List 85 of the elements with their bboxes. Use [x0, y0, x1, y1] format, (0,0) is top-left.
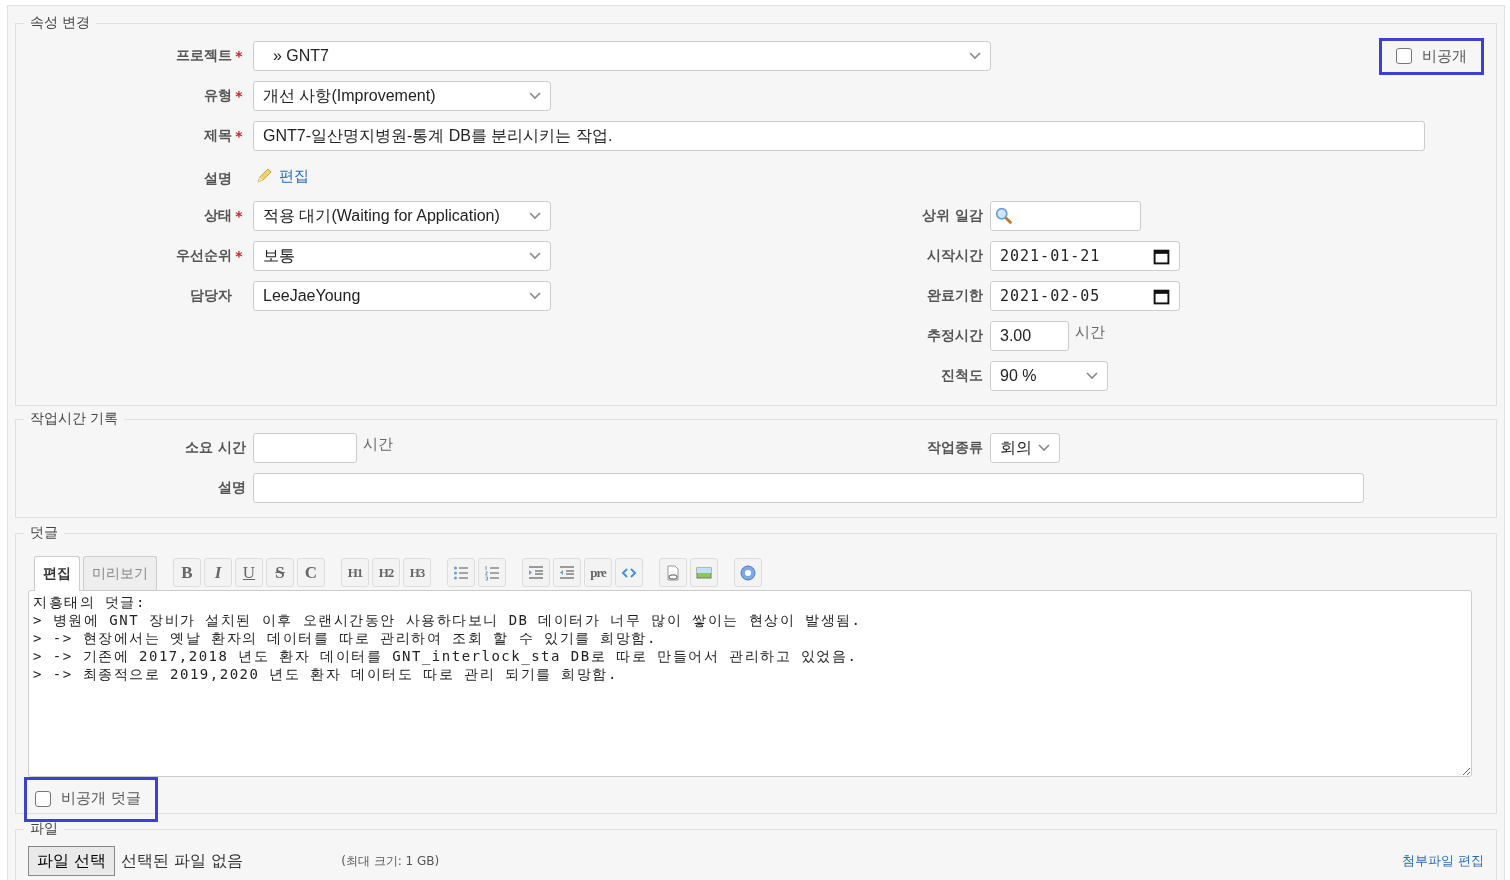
- date-field[interactable]: 2021-02-05: [990, 281, 1180, 311]
- section-legend: 작업시간 기록: [24, 410, 125, 428]
- toolbar-button[interactable]: [478, 558, 506, 587]
- field-label: 시작시간: [926, 247, 984, 265]
- toolbar-button[interactable]: [690, 558, 718, 587]
- chevron-icon: [1038, 444, 1050, 452]
- date-field[interactable]: 2021-01-21: [990, 241, 1180, 271]
- unit-label: 시간: [363, 434, 393, 454]
- toolbar-button[interactable]: H1: [341, 558, 369, 587]
- calendar-icon: [1153, 287, 1170, 305]
- numbered-list-icon: [484, 564, 500, 581]
- edit-link[interactable]: 편집: [279, 166, 309, 186]
- bullet-list-icon: [453, 564, 469, 581]
- section-legend: 덧글: [24, 524, 64, 542]
- activity-select[interactable]: 회의: [990, 433, 1060, 463]
- field-label: 프로젝트: [175, 47, 232, 65]
- toolbar-button[interactable]: [522, 558, 550, 587]
- toolbar-button[interactable]: U: [235, 558, 263, 587]
- required-mark: *: [235, 248, 243, 264]
- section-legend: 속성 변경: [24, 14, 97, 32]
- type-select[interactable]: 개선 사항(Improvement): [253, 81, 551, 111]
- hours-field[interactable]: 3.00: [990, 321, 1069, 351]
- link-icon: [665, 564, 681, 581]
- required-mark: *: [234, 48, 244, 64]
- indent-icon: [528, 564, 544, 581]
- outdent-icon: [559, 564, 575, 581]
- toolbar-button[interactable]: B: [173, 558, 201, 587]
- toolbar-button[interactable]: I: [204, 558, 232, 587]
- toolbar-button[interactable]: pre: [584, 558, 612, 587]
- toolbar-button[interactable]: H2: [372, 558, 400, 587]
- toolbar-button[interactable]: C: [297, 558, 325, 587]
- field-label: 설명: [217, 479, 247, 497]
- toolbar-button[interactable]: H3: [403, 558, 431, 587]
- comment-field[interactable]: [253, 473, 1364, 503]
- subject-field[interactable]: GNT7-일산명지병원-통계 DB를 분리시키는 작업.: [253, 121, 1425, 151]
- search-field[interactable]: [990, 201, 1141, 231]
- toolbar-button[interactable]: [615, 558, 643, 587]
- hours-field[interactable]: [253, 433, 357, 463]
- field-label: 완료기한: [926, 287, 984, 305]
- checkbox[interactable]: [35, 790, 51, 807]
- file-status: 선택된 파일 없음: [121, 850, 244, 872]
- field-label: 설명: [203, 169, 232, 188]
- field-label: 진척도: [940, 367, 984, 385]
- private-checkbox[interactable]: 비공개: [1379, 37, 1484, 75]
- chevron-icon: [529, 252, 541, 260]
- private-note-checkbox[interactable]: 비공개 덧글: [24, 777, 158, 822]
- field-label: 상태: [203, 207, 232, 225]
- editor-tab[interactable]: 편집: [34, 556, 80, 591]
- pencil-icon: [255, 167, 273, 185]
- field-label: 유형: [203, 87, 232, 105]
- search-icon: [995, 207, 1013, 225]
- max-size-note: (최대 크기: 1 GB): [341, 852, 440, 870]
- chevron-icon: [529, 292, 541, 300]
- edit-attachments-link[interactable]: 첨부파일 편집: [1401, 852, 1484, 870]
- field-label: 제목: [203, 127, 232, 145]
- required-mark: *: [234, 88, 244, 104]
- project-select[interactable]: » GNT7: [253, 41, 991, 71]
- field-label: 추정시간: [926, 327, 984, 345]
- chevron-icon: [969, 52, 981, 60]
- checkbox[interactable]: [1396, 48, 1412, 64]
- field-label: 담당자: [189, 287, 232, 305]
- section-legend: 파일: [24, 820, 64, 838]
- chevron-icon: [1086, 372, 1098, 380]
- field-label: 작업종류: [926, 439, 984, 457]
- chevron-icon: [529, 212, 541, 220]
- toolbar-button[interactable]: [447, 558, 475, 587]
- field-label: 상위 일감: [921, 207, 984, 225]
- select-field[interactable]: 적용 대기(Waiting for Application): [253, 201, 551, 231]
- field-label: 우선순위: [175, 247, 232, 265]
- toolbar-button[interactable]: [659, 558, 687, 587]
- toolbar-button[interactable]: [734, 558, 762, 587]
- progress-select[interactable]: 90 %: [990, 361, 1108, 391]
- calendar-icon: [1153, 247, 1170, 265]
- unit-label: 시간: [1075, 322, 1105, 342]
- toolbar-button[interactable]: S: [266, 558, 294, 587]
- field-label: 소요 시간: [184, 439, 247, 457]
- chevron-icon: [529, 92, 541, 100]
- select-field[interactable]: LeeJaeYoung: [253, 281, 551, 311]
- select-field[interactable]: 보통: [253, 241, 551, 271]
- image-icon: [696, 564, 712, 581]
- required-mark: *: [234, 128, 244, 144]
- toolbar-button[interactable]: [553, 558, 581, 587]
- comment-textarea[interactable]: 지흥태의 덧글: > 병원에 GNT 장비가 설치된 이후 오랜시간동안 사용하다보니 DB 데이터가 너무 많이 쌓이는 현상이 발생됨. > -> 현장에서는 옛날 환자의 데이터를 따로 관리하여 조회 할 수 있기를 희망함. > -> 기존에 2017,2018 년도 환자 데이터를 GNT_interlock_sta DB로 따로 만들어서 관리하고 있었음. > -> 최종적으로 2019,2020 년도 환자 데이터도 따로 관리 되기를 희망함.: [28, 590, 1472, 777]
- required-mark: *: [235, 208, 243, 224]
- choose-file-button[interactable]: 파일 선택: [28, 846, 116, 876]
